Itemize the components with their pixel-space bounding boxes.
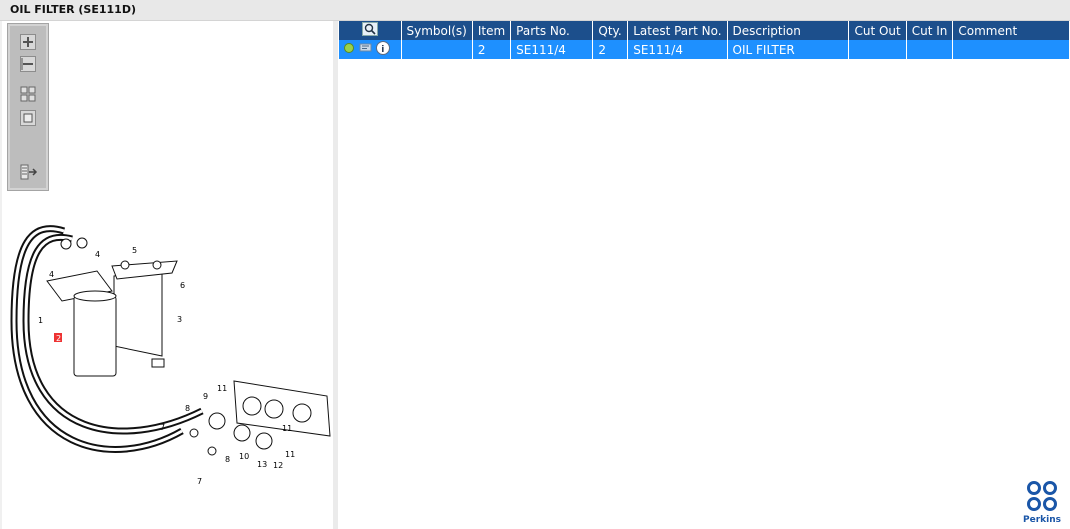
- column-header-search[interactable]: [339, 21, 402, 40]
- mounting-bracket: [113, 270, 163, 357]
- zoom-in-icon[interactable]: [20, 34, 36, 50]
- svg-text:7: 7: [197, 477, 202, 486]
- diagram-pane[interactable]: 1 2 3 4 4 5 6 7 7 8 8 9 10 11 11 11 12 1…: [2, 21, 333, 529]
- parts-list-pane: Symbol(s) Item Parts No. Qty. Latest Par…: [338, 21, 1070, 529]
- svg-text:5: 5: [132, 246, 137, 255]
- cell-item: 2: [472, 40, 512, 59]
- column-header-cut-in[interactable]: Cut In: [906, 21, 954, 40]
- table-header-row: Symbol(s) Item Parts No. Qty. Latest Par…: [339, 21, 1070, 40]
- svg-text:7: 7: [160, 423, 165, 432]
- svg-text:4: 4: [49, 270, 54, 279]
- cell-qty: 2: [592, 40, 629, 59]
- cell-cut-out: [848, 40, 907, 59]
- perkins-logo: Perkins: [1022, 480, 1062, 525]
- column-header-comment[interactable]: Comment: [952, 21, 1070, 40]
- cell-latest-part-no: SE111/4: [627, 40, 728, 59]
- column-header-description[interactable]: Description: [727, 21, 850, 40]
- svg-text:3: 3: [177, 315, 182, 324]
- svg-text:11: 11: [282, 424, 292, 433]
- svg-text:11: 11: [285, 450, 295, 459]
- svg-text:8: 8: [225, 455, 230, 464]
- svg-text:9: 9: [203, 392, 208, 401]
- cell-cut-in: [906, 40, 954, 59]
- column-header-cut-out[interactable]: Cut Out: [848, 21, 907, 40]
- status-dot-icon[interactable]: [344, 43, 354, 53]
- actual-size-icon[interactable]: [20, 110, 36, 126]
- window-titlebar: OIL FILTER (SE111D): [0, 0, 1070, 21]
- column-header-parts-no[interactable]: Parts No.: [510, 21, 594, 40]
- cell-description: OIL FILTER: [727, 40, 850, 59]
- fit-page-icon[interactable]: [20, 86, 36, 102]
- svg-text:4: 4: [95, 250, 100, 259]
- svg-text:11: 11: [217, 384, 227, 393]
- svg-text:13: 13: [257, 460, 267, 469]
- window-title: OIL FILTER (SE111D): [10, 3, 136, 16]
- svg-text:8: 8: [185, 404, 190, 413]
- callout-highlighted[interactable]: 2: [56, 334, 61, 343]
- search-icon[interactable]: [361, 22, 378, 36]
- zoom-out-icon[interactable]: [20, 56, 36, 72]
- svg-text:1: 1: [38, 316, 43, 325]
- comment-icon[interactable]: [359, 43, 372, 52]
- column-header-qty[interactable]: Qty.: [592, 21, 629, 40]
- perkins-wordmark: Perkins: [1023, 515, 1061, 525]
- viewer-toolbar: [7, 23, 49, 191]
- cell-parts-no: SE111/4: [510, 40, 594, 59]
- cell-comment: [952, 40, 1070, 59]
- svg-text:10: 10: [239, 452, 249, 461]
- svg-text:6: 6: [180, 281, 185, 290]
- column-header-symbols[interactable]: Symbol(s): [401, 21, 473, 40]
- cell-symbols: [401, 40, 473, 59]
- svg-text:i: i: [381, 45, 384, 55]
- oil-filter-canister: [73, 295, 117, 377]
- column-header-item[interactable]: Item: [472, 21, 512, 40]
- info-icon[interactable]: i: [376, 41, 390, 56]
- export-icon[interactable]: [20, 164, 38, 180]
- parts-diagram: 1 2 3 4 4 5 6 7 7 8 8 9 10 11 11 11 12 1…: [10, 225, 331, 486]
- perkins-logo-icon: [1027, 481, 1057, 511]
- svg-text:12: 12: [273, 461, 283, 470]
- parts-table: Symbol(s) Item Parts No. Qty. Latest Par…: [339, 21, 1070, 59]
- row-icons-cell: i: [339, 40, 402, 59]
- column-header-latest-part-no[interactable]: Latest Part No.: [627, 21, 728, 40]
- table-row[interactable]: i 2 SE111/4 2 SE111/4 OIL FILTER: [339, 40, 1070, 59]
